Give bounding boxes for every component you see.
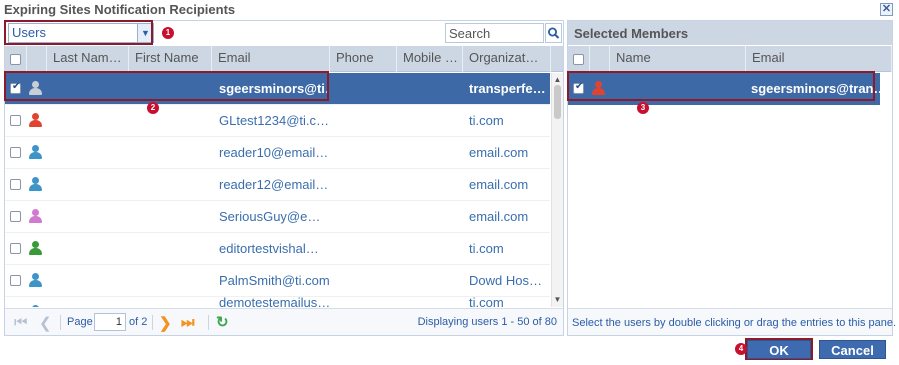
column-header-organization[interactable]: Organizat… <box>463 46 551 72</box>
selected-members-hint: Select the users by double clicking or d… <box>568 308 896 335</box>
cancel-button[interactable]: Cancel <box>819 340 886 359</box>
row-checkbox[interactable] <box>10 179 21 190</box>
select-all-checkbox[interactable] <box>10 54 21 65</box>
page-label: Page <box>67 316 93 328</box>
column-header-name[interactable]: Name <box>610 46 746 72</box>
search-input[interactable] <box>445 23 544 43</box>
scroll-up-icon[interactable]: ▲ <box>552 75 563 84</box>
organization-cell: ti.com <box>469 113 504 128</box>
scroll-down-icon[interactable]: ▼ <box>552 295 563 304</box>
user-icon <box>29 145 42 160</box>
search-button[interactable] <box>545 23 562 43</box>
row-checkbox[interactable] <box>10 211 21 222</box>
user-icon <box>29 177 42 192</box>
highlight-selected-member <box>567 71 875 101</box>
page-count-label: of 2 <box>129 316 148 328</box>
table-row[interactable]: reader10@email… email.com <box>5 137 550 169</box>
user-icon <box>29 113 42 128</box>
email-cell: reader10@email… <box>219 145 329 160</box>
column-header-last-name[interactable]: Last Nam… <box>47 46 129 72</box>
column-header-mobile[interactable]: Mobile … <box>397 46 463 72</box>
email-cell: PalmSmith@ti.com <box>219 273 329 288</box>
step-badge: 3 <box>637 102 649 114</box>
step-badge: 4 <box>735 343 747 355</box>
organization-cell: email.com <box>469 145 529 160</box>
select-all-cell <box>568 46 590 72</box>
table-row[interactable]: SeriousGuy@e… email.com <box>5 201 550 233</box>
organization-cell: email.com <box>469 209 529 224</box>
user-icon <box>29 241 42 256</box>
step-badge: 1 <box>162 27 174 39</box>
email-cell: editortestvishal… <box>219 241 319 256</box>
type-column-header[interactable] <box>590 46 610 72</box>
email-cell: SeriousGuy@e… <box>219 209 321 224</box>
column-header-first-name[interactable]: First Name <box>129 46 212 72</box>
user-icon <box>29 273 42 288</box>
user-icon <box>29 305 42 307</box>
user-icon <box>29 209 42 224</box>
row-checkbox[interactable] <box>10 243 21 254</box>
search-icon <box>548 27 560 39</box>
column-header-phone[interactable]: Phone <box>330 46 397 72</box>
row-checkbox[interactable] <box>10 115 21 126</box>
refresh-icon[interactable]: ↻ <box>216 313 229 331</box>
close-icon[interactable]: ✕ <box>880 3 893 16</box>
first-page-icon[interactable]: ⏮ <box>14 314 28 331</box>
row-checkbox[interactable] <box>10 147 21 158</box>
pager-divider <box>60 315 61 330</box>
column-header-email[interactable]: Email <box>212 46 330 72</box>
displaying-count: Displaying users 1 - 50 of 80 <box>417 316 557 328</box>
type-column-header[interactable] <box>27 46 47 72</box>
dialog-title: Expiring Sites Notification Recipients <box>4 2 236 17</box>
selected-members-title: Selected Members <box>568 21 892 45</box>
users-grid-panel: Users ▼ Last Nam… First Name Email Phone… <box>4 20 564 336</box>
selected-members-panel: Selected Members Name Email sgeersminors… <box>567 20 896 336</box>
table-row[interactable]: editortestvishal… ti.com <box>5 233 550 265</box>
last-page-icon[interactable]: ⏭ <box>181 314 195 331</box>
highlight-type-select <box>4 20 153 45</box>
highlight-selected-user <box>4 71 329 101</box>
organization-cell: ti.com <box>469 241 504 256</box>
select-all-checkbox[interactable] <box>573 54 584 65</box>
previous-page-icon[interactable]: ❮ <box>39 314 52 332</box>
table-row[interactable]: PalmSmith@ti.com Dowd Hos… <box>5 265 550 297</box>
email-cell: demotestemailus… <box>219 295 329 307</box>
page-number-input[interactable] <box>94 313 126 331</box>
next-page-icon[interactable]: ❯ <box>159 314 172 332</box>
email-cell: GLtest1234@ti.c… <box>219 113 329 128</box>
pager-divider <box>152 315 153 330</box>
organization-cell: ti.com <box>469 295 504 307</box>
row-checkbox[interactable] <box>10 275 21 286</box>
pager-divider <box>208 315 209 330</box>
ok-button[interactable]: OK <box>747 340 811 359</box>
grid-header: Last Nam… First Name Email Phone Mobile … <box>5 46 563 72</box>
email-cell: reader12@email… <box>219 177 329 192</box>
table-row[interactable]: reader12@email… email.com <box>5 169 550 201</box>
column-header-email[interactable]: Email <box>746 46 892 72</box>
select-all-cell <box>5 46 27 72</box>
table-row[interactable]: GLtest1234@ti.c… ti.com <box>5 105 550 137</box>
selected-grid-header: Name Email <box>568 46 892 72</box>
scroll-thumb[interactable] <box>554 85 561 119</box>
organization-cell: email.com <box>469 177 529 192</box>
table-row[interactable]: demotestemailus… ti.com <box>5 295 550 307</box>
users-list: sgeersminors@ti… transperfe… GLtest1234@… <box>5 73 550 307</box>
pagination-bar: ⏮ ❮ Page of 2 ❯ ⏭ ↻ Displaying users 1 -… <box>5 308 563 335</box>
organization-cell: Dowd Hos… <box>469 273 542 288</box>
step-badge: 2 <box>147 102 159 114</box>
vertical-scrollbar[interactable]: ▲ ▼ <box>551 73 563 307</box>
organization-cell: transperfe… <box>469 81 546 96</box>
